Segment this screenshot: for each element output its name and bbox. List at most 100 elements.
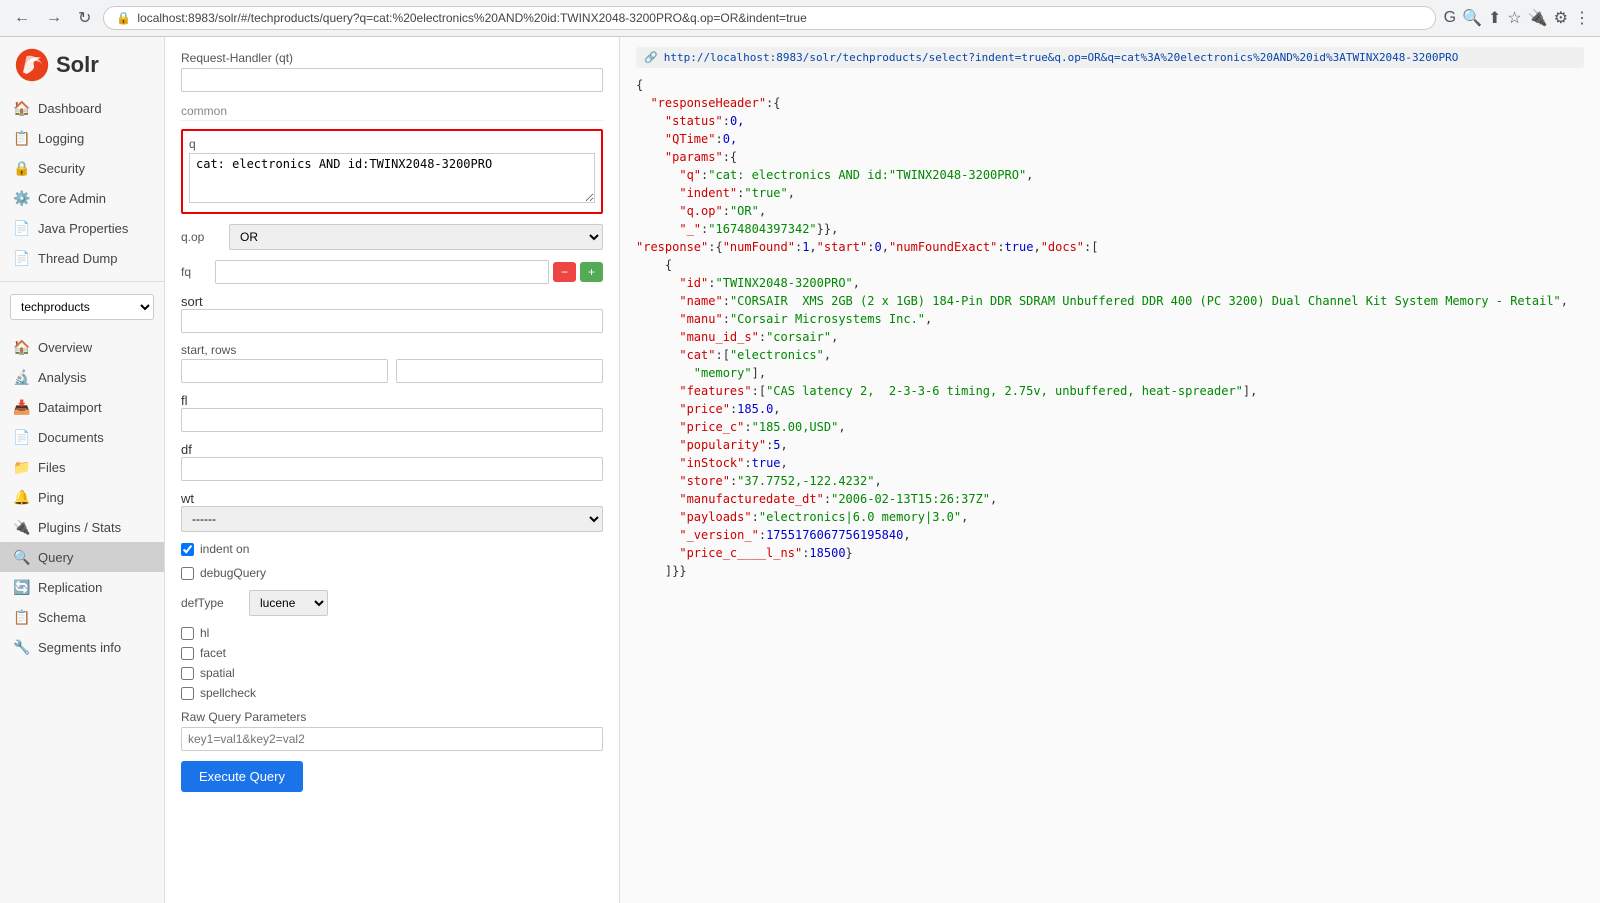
sidebar-item-label: Analysis <box>38 370 86 385</box>
debugquery-checkbox[interactable] <box>181 567 194 580</box>
common-section-header: common <box>181 104 603 121</box>
menu-icon[interactable]: ⋮ <box>1574 8 1590 28</box>
fq-label: fq <box>181 265 211 279</box>
rows-group: 10 <box>396 343 603 383</box>
sidebar-item-label: Segments info <box>38 640 121 655</box>
sidebar-item-label: Overview <box>38 340 92 355</box>
sidebar-item-files[interactable]: 📁 Files <box>0 452 164 482</box>
fl-label: fl <box>181 393 188 408</box>
rows-spacer <box>396 343 603 357</box>
spatial-row: spatial <box>181 666 603 680</box>
json-output: { "responseHeader":{ "status":0, "QTime"… <box>636 76 1584 580</box>
dataimport-icon: 📥 <box>14 399 30 415</box>
indent-label: indent on <box>200 542 249 556</box>
back-button[interactable]: ← <box>10 7 34 29</box>
sidebar-item-label: Logging <box>38 131 84 146</box>
sidebar-item-label: Files <box>38 460 65 475</box>
spellcheck-checkbox[interactable] <box>181 687 194 700</box>
indent-checkbox[interactable] <box>181 543 194 556</box>
replication-icon: 🔄 <box>14 579 30 595</box>
address-bar[interactable]: 🔒 localhost:8983/solr/#/techproducts/que… <box>103 6 1435 30</box>
sidebar-item-label: Dashboard <box>38 101 102 116</box>
fq-minus-button[interactable]: − <box>553 262 576 282</box>
request-handler-label: Request-Handler (qt) <box>181 51 603 65</box>
raw-params-input[interactable] <box>181 727 603 751</box>
sidebar-item-overview[interactable]: 🏠 Overview <box>0 332 164 362</box>
sidebar-item-schema[interactable]: 📋 Schema <box>0 602 164 632</box>
app-container: Solr 🏠 Dashboard 📋 Logging 🔒 Security ⚙️… <box>0 37 1600 903</box>
debugquery-label: debugQuery <box>200 566 266 580</box>
df-row: df <box>181 442 603 481</box>
deftype-row: defType lucene dismax edismax <box>181 590 603 616</box>
wt-row: wt ------ json xml csv <box>181 491 603 532</box>
global-nav: 🏠 Dashboard 📋 Logging 🔒 Security ⚙️ Core… <box>0 89 164 277</box>
sort-label: sort <box>181 294 203 309</box>
sort-row: sort <box>181 294 603 333</box>
deftype-select[interactable]: lucene dismax edismax <box>249 590 328 616</box>
forward-button[interactable]: → <box>42 7 66 29</box>
sidebar-item-query[interactable]: 🔍 Query <box>0 542 164 572</box>
spellcheck-label: spellcheck <box>200 686 256 700</box>
sidebar-item-label: Java Properties <box>38 221 128 236</box>
sidebar-item-thread-dump[interactable]: 📄 Thread Dump <box>0 243 164 273</box>
sidebar-item-security[interactable]: 🔒 Security <box>0 153 164 183</box>
ping-icon: 🔔 <box>14 489 30 505</box>
q-box: q cat: electronics AND id:TWINX2048-3200… <box>181 129 603 214</box>
documents-icon: 📄 <box>14 429 30 445</box>
solr-logo: Solr <box>0 37 164 89</box>
start-input[interactable]: 0 <box>181 359 388 383</box>
fq-row: fq − + <box>181 260 603 284</box>
wt-label: wt <box>181 491 194 506</box>
qop-select[interactable]: OR AND <box>229 224 603 250</box>
settings-icon[interactable]: ⚙ <box>1554 8 1568 28</box>
debugquery-row: debugQuery <box>181 566 603 580</box>
sidebar-item-segments-info[interactable]: 🔧 Segments info <box>0 632 164 662</box>
thread-dump-icon: 📄 <box>14 250 30 266</box>
sidebar-item-core-admin[interactable]: ⚙️ Core Admin <box>0 183 164 213</box>
bookmark-icon[interactable]: ☆ <box>1507 8 1521 28</box>
request-handler-input[interactable]: /select <box>181 68 603 92</box>
sidebar-item-plugins-stats[interactable]: 🔌 Plugins / Stats <box>0 512 164 542</box>
rows-input[interactable]: 10 <box>396 359 603 383</box>
sidebar-item-label: Plugins / Stats <box>38 520 121 535</box>
refresh-button[interactable]: ↻ <box>74 6 95 30</box>
fq-input[interactable] <box>215 260 549 284</box>
sidebar-item-label: Security <box>38 161 85 176</box>
sidebar-item-replication[interactable]: 🔄 Replication <box>0 572 164 602</box>
facet-label: facet <box>200 646 226 660</box>
sidebar-item-label: Dataimport <box>38 400 102 415</box>
sidebar-item-ping[interactable]: 🔔 Ping <box>0 482 164 512</box>
collection-selector[interactable]: techproducts <box>10 294 154 320</box>
hl-checkbox[interactable] <box>181 627 194 640</box>
sidebar-item-dashboard[interactable]: 🏠 Dashboard <box>0 93 164 123</box>
extensions-icon[interactable]: 🔌 <box>1528 8 1548 28</box>
execute-query-button[interactable]: Execute Query <box>181 761 303 792</box>
start-rows-row: start, rows 0 10 <box>181 343 603 383</box>
wt-select[interactable]: ------ json xml csv <box>181 506 603 532</box>
search-icon[interactable]: 🔍 <box>1462 8 1482 28</box>
sidebar-item-analysis[interactable]: 🔬 Analysis <box>0 362 164 392</box>
fl-input[interactable] <box>181 408 603 432</box>
sidebar-item-documents[interactable]: 📄 Documents <box>0 422 164 452</box>
start-group: start, rows 0 <box>181 343 388 383</box>
plugins-icon: 🔌 <box>14 519 30 535</box>
share-icon[interactable]: ⬆ <box>1488 8 1501 28</box>
sidebar-item-java-properties[interactable]: 📄 Java Properties <box>0 213 164 243</box>
df-input[interactable] <box>181 457 603 481</box>
google-icon[interactable]: G <box>1444 9 1456 27</box>
q-textarea[interactable]: cat: electronics AND id:TWINX2048-3200PR… <box>189 153 595 203</box>
raw-params-group: Raw Query Parameters <box>181 710 603 751</box>
start-rows-label: start, rows <box>181 343 388 357</box>
collection-dropdown[interactable]: techproducts <box>10 294 154 320</box>
sidebar-item-label: Documents <box>38 430 104 445</box>
fq-plus-button[interactable]: + <box>580 262 603 282</box>
sidebar-item-dataimport[interactable]: 📥 Dataimport <box>0 392 164 422</box>
sort-input[interactable] <box>181 309 603 333</box>
sidebar-item-logging[interactable]: 📋 Logging <box>0 123 164 153</box>
spatial-checkbox[interactable] <box>181 667 194 680</box>
dashboard-icon: 🏠 <box>14 100 30 116</box>
browser-chrome: ← → ↻ 🔒 localhost:8983/solr/#/techproduc… <box>0 0 1600 37</box>
sidebar-item-label: Schema <box>38 610 86 625</box>
hl-label: hl <box>200 626 209 640</box>
facet-checkbox[interactable] <box>181 647 194 660</box>
